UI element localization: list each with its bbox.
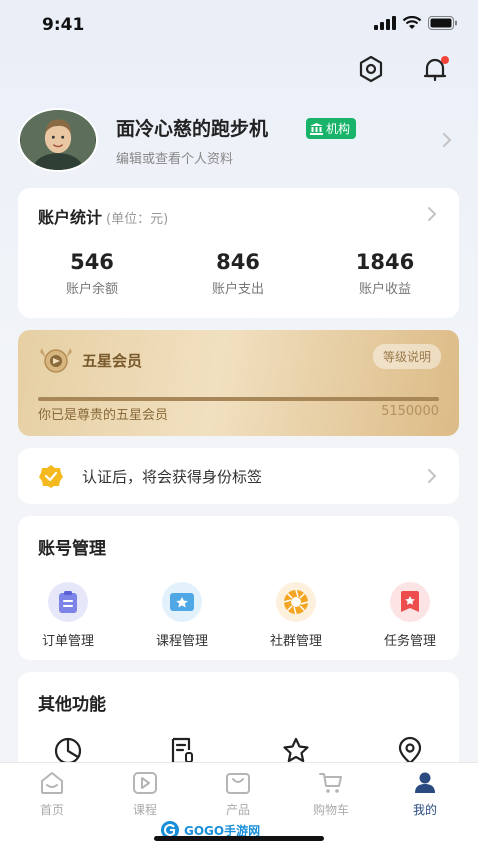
- verification-card[interactable]: 认证后，将会获得身份标签: [18, 448, 459, 504]
- account-management-card: 账号管理 订单管理 课程管理 社群管理 任务管理: [18, 516, 459, 660]
- member-description: 你已是尊贵的五星会员: [38, 408, 169, 423]
- menu-label: 社群管理: [269, 634, 322, 649]
- chevron-right-icon[interactable]: [442, 132, 452, 152]
- home-icon: [41, 772, 63, 794]
- stat-value: 1846: [355, 250, 415, 274]
- signal-icon: [374, 16, 396, 30]
- profile-name: 面冷心慈的跑步机: [116, 118, 269, 140]
- edit-profile-text[interactable]: 编辑或查看个人资料: [116, 148, 233, 167]
- status-time: 9:41: [42, 15, 85, 35]
- tab-label: 我的: [412, 803, 437, 817]
- user-icon: [415, 772, 435, 793]
- other-functions-title: 其他功能: [38, 695, 106, 715]
- battery-icon: [428, 16, 457, 30]
- org-badge-label: 机构: [326, 122, 351, 136]
- tab-label: 课程: [132, 803, 157, 817]
- home-indicator: [154, 836, 324, 841]
- menu-label: 订单管理: [41, 634, 94, 649]
- stat-label: 账户收益: [358, 282, 411, 297]
- wifi-icon: [402, 16, 422, 29]
- member-points: 5150000: [381, 404, 439, 419]
- tab-courses[interactable]: 课程: [105, 771, 185, 818]
- verification-text: 认证后，将会获得身份标签: [82, 468, 263, 486]
- level-info-button[interactable]: 等级说明: [372, 344, 441, 369]
- tab-cart[interactable]: 购物车: [291, 771, 371, 818]
- stat-label: 账户余额: [65, 282, 118, 297]
- menu-label: 课程管理: [155, 634, 208, 649]
- course-icon: [162, 582, 202, 622]
- cart-icon: [319, 773, 342, 793]
- stats-unit: (单位：元): [106, 212, 169, 227]
- chevron-right-icon[interactable]: [427, 468, 437, 488]
- stats-title: 账户统计 (单位：元): [38, 204, 168, 228]
- tab-products[interactable]: 产品: [198, 771, 278, 818]
- settings-icon[interactable]: [356, 54, 386, 84]
- menu-label: 任务管理: [383, 634, 436, 649]
- account-management-title: 账号管理: [38, 539, 106, 559]
- institution-icon: [310, 122, 323, 135]
- community-icon: [276, 582, 316, 622]
- stat-income[interactable]: 1846 账户收益: [325, 250, 445, 297]
- play-icon: [133, 772, 157, 794]
- verified-badge-icon: [38, 464, 64, 488]
- menu-community-management[interactable]: 社群管理: [246, 582, 346, 649]
- stat-expense[interactable]: 846 账户支出: [178, 250, 298, 297]
- task-icon: [390, 582, 430, 622]
- crown-badge-icon: [36, 344, 76, 376]
- org-badge: 机构: [306, 118, 357, 139]
- account-stats-card[interactable]: 账户统计 (单位：元) 546 账户余额 846 账户支出 1846 账户收益: [18, 188, 459, 318]
- tab-label: 产品: [225, 803, 250, 817]
- status-bar: 9:41: [0, 0, 478, 50]
- stat-value: 846: [216, 250, 260, 274]
- menu-order-management[interactable]: 订单管理: [18, 582, 118, 649]
- tab-home[interactable]: 首页: [12, 771, 92, 818]
- member-progress-bar: [38, 397, 439, 401]
- menu-course-management[interactable]: 课程管理: [132, 582, 232, 649]
- chevron-right-icon[interactable]: [427, 206, 437, 226]
- tab-label: 购物车: [312, 803, 349, 817]
- order-icon: [48, 582, 88, 622]
- menu-task-management[interactable]: 任务管理: [360, 582, 460, 649]
- tab-label: 首页: [39, 803, 64, 817]
- member-level-title: 五星会员: [82, 352, 143, 370]
- stat-value: 546: [70, 250, 114, 274]
- bag-icon: [226, 773, 250, 794]
- status-icons: [374, 16, 458, 30]
- tab-mine[interactable]: 我的: [385, 771, 465, 818]
- stat-label: 账户支出: [211, 282, 264, 297]
- member-card[interactable]: 五星会员 等级说明 你已是尊贵的五星会员 5150000: [18, 330, 459, 436]
- avatar[interactable]: [18, 108, 98, 172]
- stat-balance[interactable]: 546 账户余额: [32, 250, 152, 297]
- notification-bell-icon[interactable]: [420, 54, 450, 84]
- profile-header[interactable]: 面冷心慈的跑步机 机构 编辑或查看个人资料: [18, 108, 458, 174]
- stats-title-text: 账户统计: [38, 208, 103, 227]
- member-progress-fill: [38, 397, 439, 401]
